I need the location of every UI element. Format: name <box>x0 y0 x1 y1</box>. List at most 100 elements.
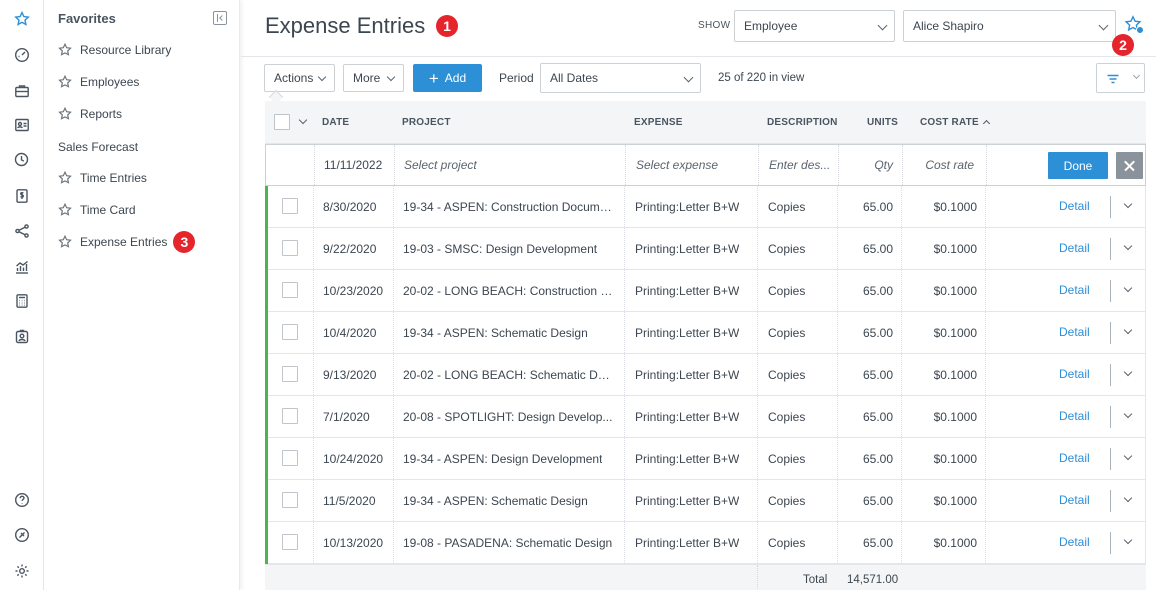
row-detail-link[interactable]: Detail <box>1059 409 1090 423</box>
favorites-group-label: Sales Forecast <box>58 140 139 154</box>
actions-button[interactable]: Actions <box>264 64 335 92</box>
bulk-select-chevron-icon[interactable] <box>298 115 308 125</box>
row-description: Copies <box>768 535 806 550</box>
row-action-divider <box>1110 448 1111 470</box>
row-checkbox[interactable] <box>282 408 298 424</box>
row-checkbox[interactable] <box>282 198 298 214</box>
briefcase-icon[interactable] <box>12 81 32 101</box>
row-detail-link[interactable]: Detail <box>1059 367 1090 381</box>
row-action-divider <box>1110 532 1111 554</box>
cancel-close-icon[interactable] <box>1116 152 1143 179</box>
more-button[interactable]: More <box>343 64 404 92</box>
dashboard-gauge-icon[interactable] <box>12 45 32 65</box>
row-expense: Printing:Letter B+W <box>635 283 740 298</box>
filter-button[interactable] <box>1096 63 1129 93</box>
row-expand-chevron-icon[interactable] <box>1123 283 1133 293</box>
star-outline-icon[interactable] <box>58 42 72 57</box>
row-expand-chevron-icon[interactable] <box>1123 535 1133 545</box>
table-row[interactable]: 8/30/2020 19-34 - ASPEN: Construction Doc… <box>265 186 1146 228</box>
row-expense: Printing:Letter B+W <box>635 241 740 256</box>
column-cost-rate[interactable]: COST RATE <box>920 117 990 128</box>
star-outline-icon[interactable] <box>58 170 72 185</box>
new-entry-expense-input[interactable]: Select expense <box>626 145 759 185</box>
row-date: 9/13/2020 <box>323 367 377 382</box>
row-checkbox[interactable] <box>282 240 298 256</box>
period-value: All Dates <box>550 71 599 85</box>
column-description[interactable]: DESCRIPTION <box>767 117 838 128</box>
show-type-select[interactable]: Employee <box>734 10 895 42</box>
favorite-item-expense-entries[interactable]: Expense Entries 3 <box>58 231 196 253</box>
favorite-item-reports[interactable]: Reports <box>58 104 122 124</box>
row-expand-chevron-icon[interactable] <box>1123 451 1133 461</box>
table-row[interactable]: 11/5/2020 19-34 - ASPEN: Schematic Design… <box>265 480 1146 522</box>
column-project[interactable]: PROJECT <box>402 117 451 128</box>
favorite-toggle-star-icon[interactable] <box>1124 15 1144 35</box>
star-outline-icon[interactable] <box>58 106 72 121</box>
row-checkbox[interactable] <box>282 492 298 508</box>
table-row[interactable]: 9/13/2020 20-02 - LONG BEACH: Schematic D… <box>265 354 1146 396</box>
help-icon[interactable] <box>12 490 32 510</box>
row-expand-chevron-icon[interactable] <box>1123 241 1133 251</box>
new-entry-project-input[interactable]: Select project <box>395 145 626 185</box>
table-row[interactable]: 9/22/2020 19-03 - SMSC: Design Developmen… <box>265 228 1146 270</box>
add-button[interactable]: + Add <box>413 64 482 92</box>
row-expand-chevron-icon[interactable] <box>1123 325 1133 335</box>
star-outline-icon[interactable] <box>58 74 72 89</box>
favorites-star-icon[interactable] <box>12 9 32 29</box>
main-content: Expense Entries 1 SHOW Employee Alice Sh… <box>241 0 1156 590</box>
done-button[interactable]: Done <box>1048 152 1108 179</box>
star-outline-icon[interactable] <box>58 234 72 249</box>
filter-dropdown-button[interactable] <box>1128 63 1145 93</box>
new-entry-qty-input[interactable]: Qty <box>839 145 903 185</box>
column-date[interactable]: DATE <box>322 117 349 128</box>
row-detail-link[interactable]: Detail <box>1059 325 1090 339</box>
row-detail-link[interactable]: Detail <box>1059 493 1090 507</box>
page-title: Expense Entries <box>265 13 426 38</box>
table-row[interactable]: 7/1/2020 20-08 - SPOTLIGHT: Design Develo… <box>265 396 1146 438</box>
row-expand-chevron-icon[interactable] <box>1123 199 1133 209</box>
row-detail-link[interactable]: Detail <box>1059 535 1090 549</box>
integrations-plug-icon[interactable] <box>12 525 32 545</box>
row-checkbox[interactable] <box>282 366 298 382</box>
row-checkbox[interactable] <box>282 282 298 298</box>
row-detail-link[interactable]: Detail <box>1059 283 1090 297</box>
collapse-panel-icon[interactable] <box>213 11 227 25</box>
table-row[interactable]: 10/4/2020 19-34 - ASPEN: Schematic Design… <box>265 312 1146 354</box>
table-row[interactable]: 10/13/2020 19-08 - PASADENA: Schematic De… <box>265 522 1146 564</box>
row-detail-link[interactable]: Detail <box>1059 199 1090 213</box>
row-checkbox[interactable] <box>282 450 298 466</box>
employee-badge-icon[interactable] <box>12 327 32 347</box>
row-checkbox[interactable] <box>282 324 298 340</box>
row-expand-chevron-icon[interactable] <box>1123 367 1133 377</box>
share-network-icon[interactable] <box>12 221 32 241</box>
star-outline-icon[interactable] <box>58 202 72 217</box>
analytics-chart-icon[interactable] <box>12 257 32 277</box>
period-select[interactable]: All Dates <box>540 63 701 93</box>
column-expense[interactable]: EXPENSE <box>634 117 683 128</box>
row-checkbox[interactable] <box>282 534 298 550</box>
column-units[interactable]: UNITS <box>867 117 898 128</box>
favorite-item-time-entries[interactable]: Time Entries <box>58 168 147 188</box>
row-expand-chevron-icon[interactable] <box>1123 493 1133 503</box>
row-cost-rate: $0.1000 <box>933 493 977 508</box>
favorite-item-resource-library[interactable]: Resource Library <box>58 40 171 60</box>
settings-gear-icon[interactable] <box>12 561 32 581</box>
contact-card-icon[interactable] <box>12 115 32 135</box>
expense-receipt-icon[interactable] <box>12 186 32 206</box>
row-expense: Printing:Letter B+W <box>635 451 740 466</box>
favorite-item-employees[interactable]: Employees <box>58 72 139 92</box>
new-entry-date[interactable]: 11/11/2022 <box>315 145 395 185</box>
table-row[interactable]: 10/23/2020 20-02 - LONG BEACH: Constructi… <box>265 270 1146 312</box>
new-entry-description-input[interactable]: Enter des... <box>759 145 839 185</box>
row-detail-link[interactable]: Detail <box>1059 451 1090 465</box>
table-row[interactable]: 10/24/2020 19-34 - ASPEN: Design Developm… <box>265 438 1146 480</box>
show-person-select[interactable]: Alice Shapiro <box>903 10 1116 42</box>
row-detail-link[interactable]: Detail <box>1059 241 1090 255</box>
row-expand-chevron-icon[interactable] <box>1123 409 1133 419</box>
calculator-icon[interactable] <box>12 291 32 311</box>
time-money-icon[interactable] <box>12 150 32 170</box>
select-all-checkbox[interactable] <box>274 114 290 130</box>
favorite-item-time-card[interactable]: Time Card <box>58 200 136 220</box>
row-expense: Printing:Letter B+W <box>635 325 740 340</box>
new-entry-cost-rate-input[interactable]: Cost rate <box>903 145 987 185</box>
